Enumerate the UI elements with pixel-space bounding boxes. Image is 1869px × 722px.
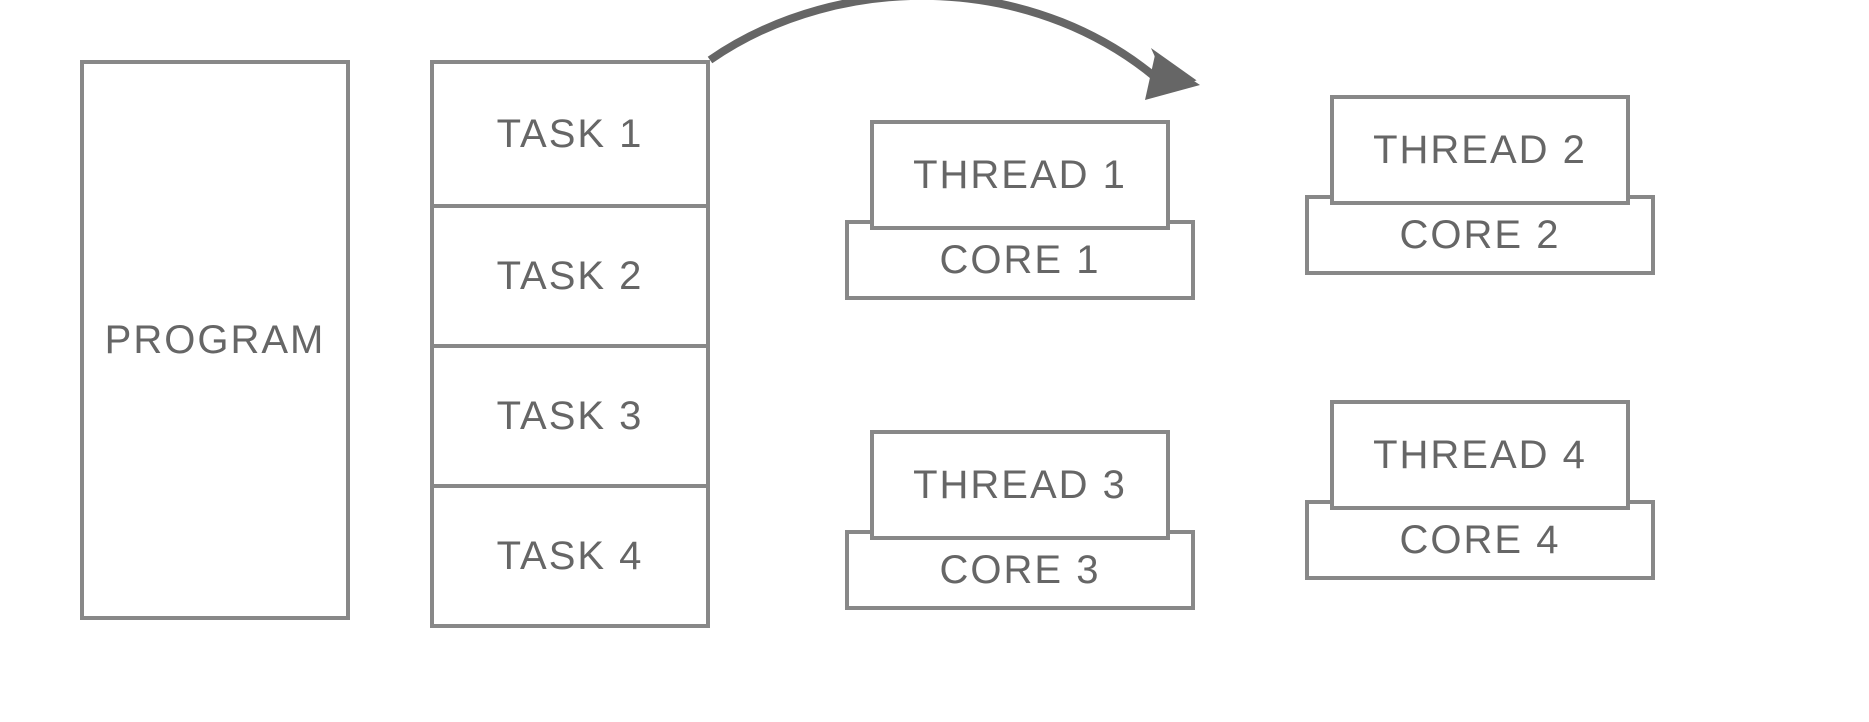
task-cell: TASK 3 [434, 344, 706, 484]
task-stack: TASK 1 TASK 2 TASK 3 TASK 4 [430, 60, 710, 628]
task-cell: TASK 2 [434, 204, 706, 344]
program-box: PROGRAM [80, 60, 350, 620]
thread-box-4: THREAD 4 [1330, 400, 1630, 510]
thread-box-1: THREAD 1 [870, 120, 1170, 230]
thread-box-3: THREAD 3 [870, 430, 1170, 540]
core-box-4: CORE 4 [1305, 500, 1655, 580]
core-box-2: CORE 2 [1305, 195, 1655, 275]
task-cell: TASK 4 [434, 484, 706, 624]
thread-box-2: THREAD 2 [1330, 95, 1630, 205]
core-box-3: CORE 3 [845, 530, 1195, 610]
core-box-1: CORE 1 [845, 220, 1195, 300]
task-cell: TASK 1 [434, 64, 706, 204]
